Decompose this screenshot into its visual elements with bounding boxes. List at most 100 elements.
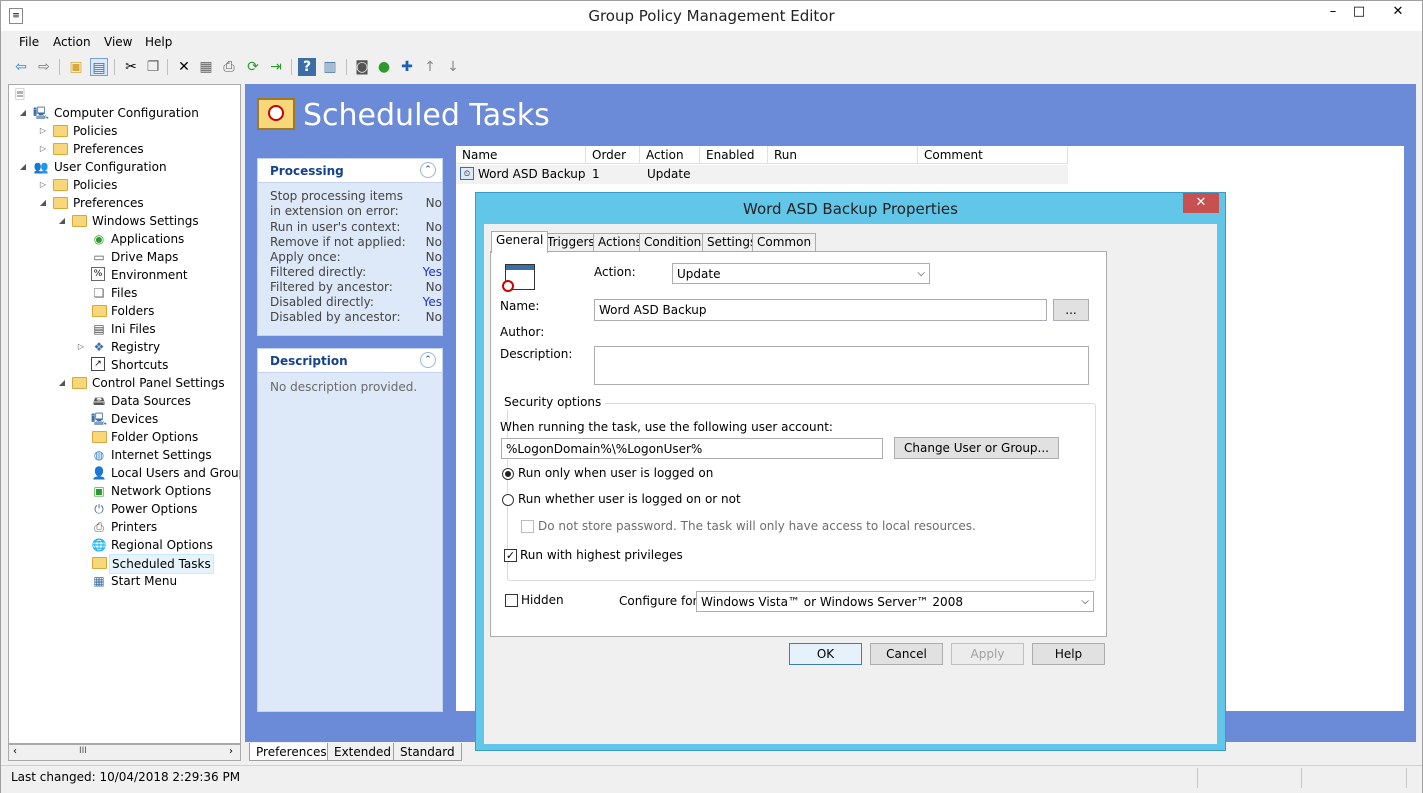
cancel-button[interactable]: Cancel — [870, 643, 943, 665]
tree-node-policies[interactable]: ▷ Policies — [9, 122, 239, 140]
action-select[interactable]: Update ⌵ — [672, 263, 930, 284]
tree-node-applications[interactable]: ◉ Applications — [9, 230, 239, 248]
collapse-arrow-icon[interactable]: ◢ — [57, 212, 67, 230]
show-hide-tree-icon[interactable]: ▤ — [90, 58, 108, 76]
tree-node-user-configuration[interactable]: ◢ 👥 User Configuration — [9, 158, 239, 176]
no-store-password-checkbox[interactable] — [521, 520, 534, 533]
move-up-icon[interactable]: ↑ — [421, 58, 439, 76]
browse-button[interactable]: ... — [1053, 299, 1089, 321]
column-header-action[interactable]: Action — [640, 146, 700, 164]
toolbar-separator — [167, 59, 168, 75]
tree-node-network-options[interactable]: ▣ Network Options — [9, 482, 239, 500]
copy-icon[interactable]: ❐ — [144, 58, 162, 76]
tab-extended[interactable]: Extended — [327, 743, 398, 761]
scroll-right-icon[interactable]: › — [229, 746, 233, 757]
tree-node-folders[interactable]: Folders — [9, 302, 239, 320]
table-row[interactable]: ⏲ Word ASD Backup 1 Update — [456, 165, 1068, 184]
add-icon[interactable]: ✚ — [398, 58, 416, 76]
account-field[interactable]: %LogonDomain%\%LogonUser% — [501, 438, 883, 459]
tree-node-printers[interactable]: ⎙ Printers — [9, 518, 239, 536]
expand-arrow-icon[interactable]: ▷ — [38, 122, 48, 140]
tree-node-power-options[interactable]: ⏻ Power Options — [9, 500, 239, 518]
tree-node-windows-settings[interactable]: ◢ Windows Settings — [9, 212, 239, 230]
radio-logged-on[interactable] — [502, 468, 514, 480]
tree-node-scheduled-tasks[interactable]: Scheduled Tasks — [9, 554, 239, 574]
maximize-button[interactable]: □ — [1346, 3, 1372, 23]
menu-help[interactable]: Help — [145, 35, 172, 49]
column-header-comment[interactable]: Comment — [918, 146, 1068, 164]
tab-preferences[interactable]: Preferences — [249, 743, 334, 761]
move-down-icon[interactable]: ↓ — [444, 58, 462, 76]
tree-node-files[interactable]: ❏ Files — [9, 284, 239, 302]
scroll-thumb[interactable]: III — [79, 746, 87, 756]
menu-action[interactable]: Action — [53, 35, 91, 49]
title-strip — [506, 265, 534, 270]
tree-node-computer-configuration[interactable]: ◢ 🖳 Computer Configuration — [9, 104, 239, 122]
back-icon[interactable]: ⇦ — [12, 58, 30, 76]
expand-arrow-icon[interactable]: ▷ — [76, 338, 86, 356]
scroll-left-icon[interactable]: ‹ — [13, 746, 17, 757]
menu-view[interactable]: View — [104, 35, 132, 49]
run-icon[interactable]: ● — [375, 58, 393, 76]
help-icon[interactable]: ? — [298, 58, 316, 76]
collapse-arrow-icon[interactable]: ◢ — [18, 158, 28, 176]
tree-node-ini-files[interactable]: ▤ Ini Files — [9, 320, 239, 338]
apply-button[interactable]: Apply — [951, 643, 1024, 665]
hidden-checkbox[interactable] — [505, 594, 518, 607]
highest-privileges-checkbox[interactable]: ✓ — [504, 549, 517, 562]
processing-value: No — [425, 235, 442, 249]
tree-horizontal-scrollbar[interactable]: ‹ III › — [8, 744, 241, 761]
close-button[interactable]: ✕ — [1376, 3, 1420, 23]
properties-icon[interactable]: ▦ — [197, 58, 215, 76]
tree-node-preferences[interactable]: ▷ Preferences — [9, 140, 239, 158]
tree-node-environment[interactable]: % Environment — [9, 266, 239, 284]
new-icon[interactable]: ◙ — [353, 58, 371, 76]
tree-node-shortcuts[interactable]: ↗ Shortcuts — [9, 356, 239, 374]
menu-file[interactable]: File — [19, 35, 39, 49]
tab-standard[interactable]: Standard — [393, 743, 462, 761]
tree-node-registry[interactable]: ▷ ❖ Registry — [9, 338, 239, 356]
column-header-order[interactable]: Order — [586, 146, 640, 164]
description-field[interactable] — [594, 346, 1089, 385]
tree-node-control-panel-settings[interactable]: ◢ Control Panel Settings — [9, 374, 239, 392]
view-icon[interactable]: ▥ — [321, 58, 339, 76]
help-button[interactable]: Help — [1032, 643, 1105, 665]
tree-node-data-sources[interactable]: 🖴 Data Sources — [9, 392, 239, 410]
print-icon[interactable]: ⎙ — [220, 58, 238, 76]
tab-common[interactable]: Common — [752, 233, 817, 252]
export-icon[interactable]: ⇥ — [267, 58, 285, 76]
tree-node-drive-maps[interactable]: ▭ Drive Maps — [9, 248, 239, 266]
up-folder-icon[interactable]: ▣ — [67, 58, 85, 76]
refresh-icon[interactable]: ⟳ — [244, 58, 262, 76]
tree-node-start-menu[interactable]: ▦ Start Menu — [9, 572, 239, 590]
radio-whether-logged-on[interactable] — [502, 494, 514, 506]
expand-arrow-icon[interactable]: ▷ — [38, 176, 48, 194]
tree-node-internet-settings[interactable]: ◍ Internet Settings — [9, 446, 239, 464]
tree-node-devices[interactable]: 🖳 Devices — [9, 410, 239, 428]
tree-node-local-users-and-groups[interactable]: 👤 Local Users and Groups — [9, 464, 240, 482]
ok-button[interactable]: OK — [789, 643, 862, 665]
collapse-chevron-icon[interactable]: ⌃ — [420, 352, 436, 368]
tree-node-policies[interactable]: ▷ Policies — [9, 176, 239, 194]
dialog-close-button[interactable]: ✕ — [1183, 193, 1219, 213]
column-header-run[interactable]: Run — [768, 146, 918, 164]
tab-general[interactable]: General — [491, 231, 549, 253]
cut-icon[interactable]: ✂ — [122, 58, 140, 76]
minimize-button[interactable]: – — [1320, 3, 1346, 23]
tree-node-preferences[interactable]: ◢ Preferences — [9, 194, 239, 212]
collapse-chevron-icon[interactable]: ⌃ — [420, 162, 436, 178]
delete-icon[interactable]: ✕ — [175, 58, 193, 76]
collapse-arrow-icon[interactable]: ◢ — [18, 104, 28, 122]
column-header-name[interactable]: Name — [456, 146, 586, 164]
tree-node-folder-options[interactable]: Folder Options — [9, 428, 239, 446]
forward-icon[interactable]: ⇨ — [35, 58, 53, 76]
collapse-arrow-icon[interactable]: ◢ — [57, 374, 67, 392]
collapse-arrow-icon[interactable]: ◢ — [38, 194, 48, 212]
column-header-enabled[interactable]: Enabled — [700, 146, 768, 164]
name-field[interactable]: Word ASD Backup — [594, 299, 1047, 321]
tab-triggers[interactable]: Triggers — [542, 233, 600, 252]
configure-for-select[interactable]: Windows Vista™ or Windows Server™ 2008 ⌵ — [696, 591, 1094, 612]
tree-node-regional-options[interactable]: 🌐 Regional Options — [9, 536, 239, 554]
expand-arrow-icon[interactable]: ▷ — [38, 140, 48, 158]
change-user-button[interactable]: Change User or Group... — [894, 437, 1059, 459]
